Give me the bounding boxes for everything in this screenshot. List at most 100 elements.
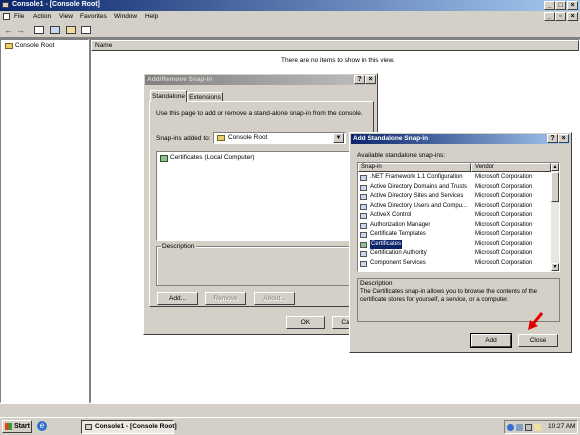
column-vendor-label: Vendor	[475, 164, 495, 170]
add-standalone-titlebar: Add Standalone Snap-in ? ×	[351, 134, 570, 144]
menu-view[interactable]: View	[59, 13, 73, 20]
maximize-button[interactable]: □	[555, 1, 566, 10]
list-item[interactable]: Authorization Manager Microsoft Corporati…	[358, 221, 558, 231]
snapin-icon	[360, 175, 367, 181]
list-item[interactable]: Component Services Microsoft Corporation	[358, 259, 558, 269]
clock[interactable]: 10:27 AM	[548, 423, 575, 430]
list-item[interactable]: Active Directory Domains and Trusts Micro…	[358, 183, 558, 193]
tray-network-icon[interactable]	[516, 424, 523, 431]
menubar: File Action View Favorites Window Help _…	[0, 11, 580, 23]
start-button[interactable]: Start	[2, 420, 32, 433]
add-remove-title: Add/Remove Snap-in	[147, 76, 213, 83]
snapin-icon	[360, 260, 367, 267]
ok-button[interactable]: OK	[286, 316, 325, 329]
snapins-added-dropdown[interactable]: Console Root ▼	[213, 132, 346, 144]
added-snapin-item[interactable]: Certificates (Local Computer)	[170, 154, 255, 161]
taskbar: Start e Console1 - [Console Root] 10:27 …	[0, 417, 580, 435]
list-item[interactable]: Active Directory Sites and Services Micro…	[358, 192, 558, 202]
tray-security-icon[interactable]	[525, 424, 532, 431]
add-remove-dialog: Add/Remove Snap-in ? × Standalone Extens…	[143, 73, 378, 335]
dropdown-folder-icon	[217, 135, 225, 141]
remove-snapin-button[interactable]: Remove	[205, 292, 246, 305]
list-item[interactable]: ActiveX Control Microsoft Corporation	[358, 211, 558, 221]
added-snapins-list[interactable]: Certificates (Local Computer)	[156, 151, 369, 241]
add-standalone-title: Add Standalone Snap-in	[353, 135, 429, 142]
folder-icon	[5, 43, 13, 49]
snapin-icon	[360, 251, 367, 257]
start-label: Start	[14, 423, 30, 430]
minimize-button[interactable]: _	[544, 1, 555, 10]
empty-list-message: There are no items to show in this view.	[281, 57, 395, 64]
task-label: Console1 - [Console Root]	[95, 423, 177, 430]
list-column-header-name[interactable]: Name	[91, 40, 579, 51]
column-header-vendor[interactable]: Vendor	[471, 163, 551, 172]
list-item-selected[interactable]: Certificates Microsoft Corporation	[358, 239, 558, 249]
snapin-rows: .NET Framework 1.1 Configuration Microsof…	[358, 173, 551, 271]
scroll-down-icon[interactable]: ▼	[551, 263, 559, 271]
tab-extensions-label: Extensions	[189, 94, 221, 101]
certificates-icon	[360, 241, 367, 248]
column-header-snapin[interactable]: Snap-in	[358, 163, 471, 172]
available-snapins-label: Available standalone snap-ins:	[357, 152, 446, 159]
help-icon[interactable]	[81, 26, 91, 34]
description-label: Description	[161, 243, 196, 250]
snapin-icon	[360, 213, 367, 219]
show-hide-tree-icon[interactable]	[34, 26, 44, 34]
list-item[interactable]: Certificate Templates Microsoft Corporati…	[358, 230, 558, 240]
scroll-thumb[interactable]	[551, 172, 559, 202]
certificates-icon	[160, 155, 168, 162]
snapin-icon	[360, 184, 367, 191]
tray-volume-icon[interactable]	[534, 424, 541, 431]
about-snapin-button[interactable]: About...	[254, 292, 295, 305]
tab-panel: Use this page to add or remove a stand-a…	[149, 101, 374, 307]
toolbar: ← →	[0, 23, 580, 38]
close-button[interactable]: ×	[567, 1, 578, 10]
tree-pane: Console Root	[0, 39, 89, 403]
add-standalone-help-button[interactable]: ?	[547, 134, 558, 143]
column-snapin-label: Snap-in	[361, 164, 382, 170]
main-title: Console1 - [Console Root]	[12, 1, 100, 8]
status-bar	[0, 403, 580, 417]
add-snapin-button[interactable]: Add...	[157, 292, 198, 305]
snapin-icon	[360, 203, 367, 210]
properties-icon[interactable]	[50, 26, 60, 34]
tree-item-console-root[interactable]: Console Root	[15, 42, 54, 49]
menu-window[interactable]: Window	[114, 13, 137, 20]
add-remove-help-button[interactable]: ?	[354, 75, 365, 84]
menu-file[interactable]: File	[14, 13, 24, 20]
vertical-scrollbar[interactable]: ▲ ▼	[551, 163, 559, 271]
snapin-icon	[360, 232, 367, 238]
child-close-button[interactable]: ×	[567, 12, 578, 21]
snapin-icon	[360, 222, 367, 229]
forward-icon[interactable]: →	[16, 25, 25, 35]
available-snapins-list[interactable]: Snap-in Vendor .NET Framework 1.1 Config…	[357, 162, 560, 272]
child-restore-button[interactable]: ▫	[555, 12, 566, 21]
child-minimize-button[interactable]: _	[544, 12, 555, 21]
tray-help-icon[interactable]	[507, 424, 514, 431]
scroll-up-icon[interactable]: ▲	[551, 163, 559, 171]
list-item[interactable]: Active Directory Users and Compu... Micro…	[358, 202, 558, 212]
list-item[interactable]: .NET Framework 1.1 Configuration Microsof…	[358, 173, 558, 183]
close-dialog-button[interactable]: Close	[518, 334, 558, 347]
annotation-arrow-icon	[528, 312, 544, 330]
description-group: Description	[156, 243, 369, 286]
add-standalone-close-button[interactable]: ×	[558, 134, 569, 143]
menu-help[interactable]: Help	[145, 13, 158, 20]
add-remove-close-button[interactable]: ×	[365, 75, 376, 84]
task-mmc-icon	[85, 424, 92, 430]
export-list-icon[interactable]	[66, 26, 76, 34]
list-item[interactable]: Certification Authority Microsoft Corpora…	[358, 249, 558, 259]
back-icon[interactable]: ←	[4, 25, 13, 35]
list-column-name-label: Name	[95, 42, 113, 49]
menu-action[interactable]: Action	[33, 13, 51, 20]
taskbar-task-console1[interactable]: Console1 - [Console Root]	[81, 420, 177, 434]
snapin-icon	[360, 194, 367, 200]
menu-favorites[interactable]: Favorites	[80, 13, 107, 20]
chevron-down-icon[interactable]: ▼	[333, 133, 344, 143]
add-button[interactable]: Add	[470, 333, 512, 348]
tab-standalone[interactable]: Standalone	[150, 90, 187, 102]
internet-explorer-icon[interactable]: e	[37, 421, 47, 431]
instruction-text: Use this page to add or remove a stand-a…	[156, 110, 363, 117]
windows-logo-icon	[5, 423, 12, 430]
menubar-app-icon	[3, 13, 10, 20]
